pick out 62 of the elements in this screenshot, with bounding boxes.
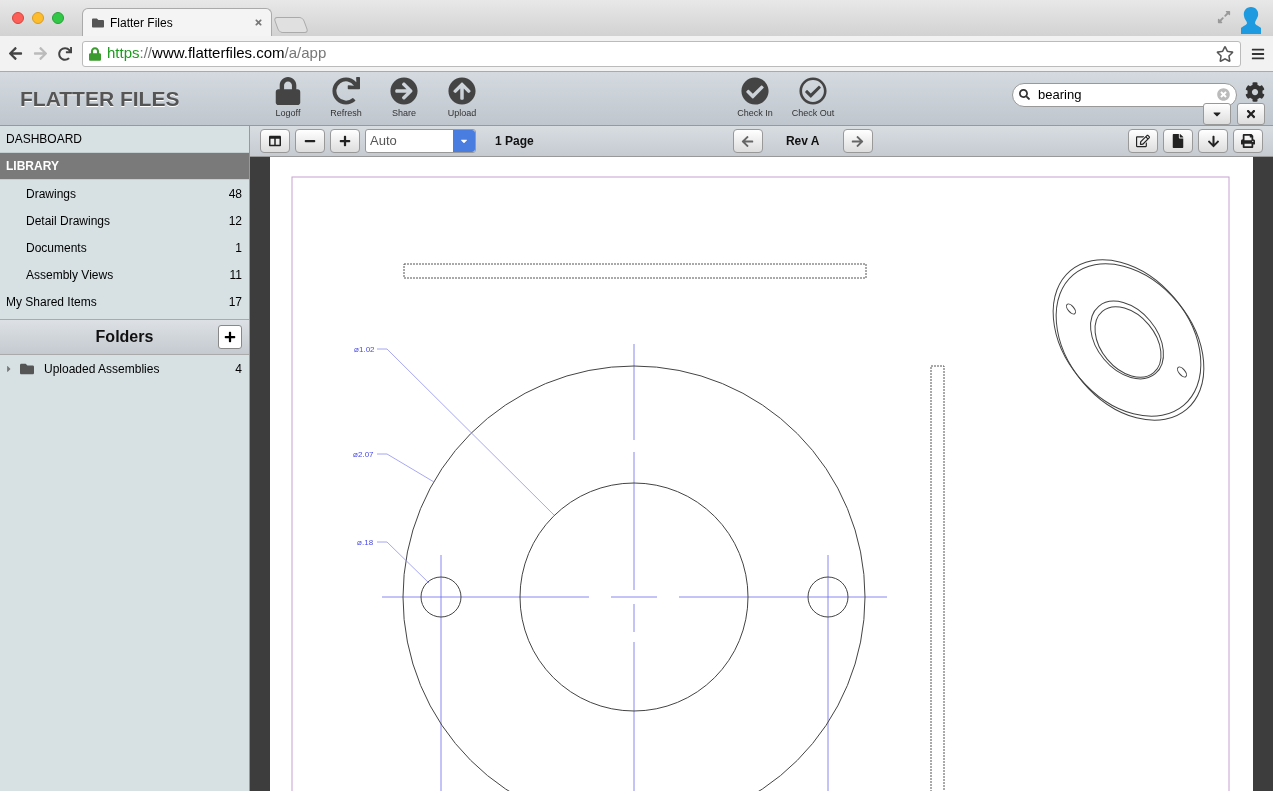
arrow-right-icon	[851, 134, 865, 148]
close-icon	[1245, 108, 1257, 120]
plus-icon	[339, 135, 351, 147]
upload-icon	[448, 76, 476, 105]
toolbar-button[interactable]: Logoff	[259, 76, 317, 121]
plus-icon	[224, 331, 236, 343]
dimension-label: ⌀2.07	[353, 450, 374, 459]
previous-revision-button[interactable]	[732, 129, 763, 153]
padlock-icon	[274, 76, 302, 105]
revision-label: Rev A	[784, 133, 821, 150]
sidebar-item[interactable]: My Shared Items 17	[0, 288, 249, 315]
sidebar-item[interactable]: Documents 1	[0, 234, 249, 261]
padlock-icon	[89, 46, 101, 61]
edit-icon	[1136, 134, 1150, 148]
settings-icon[interactable]	[1245, 81, 1265, 102]
sidebar-item[interactable]: Assembly Views 11	[0, 261, 249, 288]
toolbar-button[interactable]: Refresh	[317, 76, 375, 121]
download-button[interactable]	[1198, 129, 1228, 153]
folder-item[interactable]: Uploaded Assemblies 4	[0, 355, 249, 382]
leader-line	[376, 541, 430, 584]
address-bar[interactable]: https://www.flatterfiles.com/a/app	[82, 40, 1241, 67]
browser-tab[interactable]: Flatter Files	[82, 8, 272, 36]
close-icon[interactable]	[254, 18, 263, 27]
refresh-icon	[332, 76, 360, 105]
zoom-in-button[interactable]	[330, 129, 360, 153]
sidebar-item[interactable]: Drawings 48	[0, 180, 249, 207]
reload-icon[interactable]	[58, 46, 72, 61]
toggle-sidebar-button[interactable]	[260, 129, 290, 153]
toolbar-button[interactable]: Upload	[433, 76, 491, 121]
folder-icon	[18, 361, 36, 376]
print-icon	[1241, 134, 1255, 148]
toolbar-button[interactable]: Check Out	[784, 76, 842, 121]
dimension-label: ⌀1.02	[354, 345, 375, 354]
check-circle-outline-icon	[799, 76, 827, 105]
print-button[interactable]	[1233, 129, 1263, 153]
app-title: FLATTER FILES	[20, 86, 180, 110]
page-count: 1 Page	[495, 133, 534, 150]
close-window-icon[interactable]	[12, 12, 24, 24]
document-icon	[1172, 134, 1184, 148]
toolbar-button[interactable]: Share	[375, 76, 433, 121]
sidebar-item[interactable]: LIBRARY	[0, 153, 249, 180]
share-icon	[390, 76, 418, 105]
folder-icon	[91, 16, 105, 29]
edit-button[interactable]	[1128, 129, 1158, 153]
sidebar-item[interactable]: Detail Drawings 12	[0, 207, 249, 234]
download-icon	[1206, 134, 1220, 148]
menu-icon[interactable]	[1251, 46, 1265, 61]
folders-header: Folders	[0, 319, 249, 355]
search-icon	[1019, 89, 1030, 100]
back-icon[interactable]	[8, 46, 23, 61]
columns-icon	[269, 135, 281, 147]
zoom-out-button[interactable]	[295, 129, 325, 153]
arrow-left-icon	[741, 134, 755, 148]
add-folder-button[interactable]	[218, 325, 242, 349]
zoom-select[interactable]: Auto	[365, 129, 476, 153]
search-field[interactable]: bearing	[1012, 82, 1237, 107]
bookmark-star-icon[interactable]	[1216, 44, 1234, 63]
toolbar-button[interactable]: Check In	[726, 76, 784, 121]
close-button[interactable]	[1237, 103, 1265, 125]
next-revision-button[interactable]	[842, 129, 873, 153]
document-button[interactable]	[1163, 129, 1193, 153]
dimension-label: ⌀.18	[357, 538, 374, 547]
